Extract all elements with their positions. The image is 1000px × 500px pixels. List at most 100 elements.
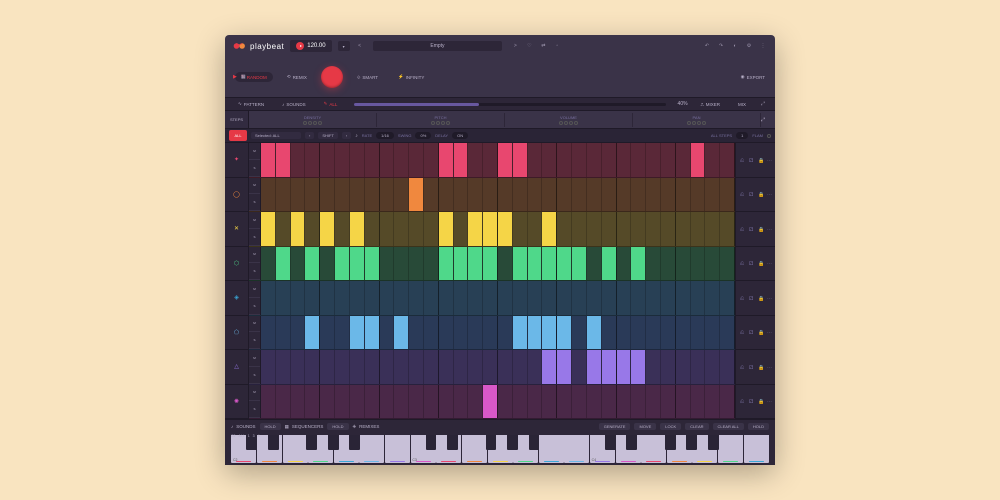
link-icon[interactable]: ⎌ — [740, 227, 744, 231]
step-cell[interactable] — [631, 281, 646, 315]
step-cell[interactable] — [365, 385, 380, 419]
step-cell[interactable] — [646, 212, 661, 246]
param-expand-icon[interactable]: ⤢ — [761, 117, 775, 123]
step-cell[interactable] — [394, 350, 409, 384]
step-cell[interactable] — [424, 350, 439, 384]
step-cell[interactable] — [380, 247, 395, 281]
hold-button-1[interactable]: HOLD — [260, 423, 281, 430]
step-cell[interactable] — [631, 143, 646, 177]
step-cell[interactable] — [439, 247, 454, 281]
step-cell[interactable] — [513, 143, 528, 177]
step-cell[interactable] — [705, 178, 720, 212]
lock-icon[interactable]: 🔒 — [758, 296, 762, 300]
step-cell[interactable] — [365, 316, 380, 350]
step-cell[interactable] — [380, 350, 395, 384]
step-cell[interactable] — [409, 316, 424, 350]
step-cell[interactable] — [587, 385, 602, 419]
step-cell[interactable] — [483, 281, 498, 315]
step-cell[interactable] — [454, 316, 469, 350]
step-cell[interactable] — [439, 316, 454, 350]
step-cell[interactable] — [335, 350, 350, 384]
black-key[interactable] — [447, 435, 458, 450]
rand-icon[interactable]: ⚁ — [749, 227, 753, 231]
step-cell[interactable] — [528, 385, 543, 419]
preset-prev[interactable]: < — [356, 42, 364, 50]
step-cell[interactable] — [691, 247, 706, 281]
black-key[interactable] — [708, 435, 719, 450]
step-cell[interactable] — [602, 316, 617, 350]
step-cell[interactable] — [676, 178, 691, 212]
step-cell[interactable] — [468, 247, 483, 281]
step-cell[interactable] — [291, 281, 306, 315]
step-cell[interactable] — [691, 178, 706, 212]
step-cell[interactable] — [483, 316, 498, 350]
step-cell[interactable] — [720, 212, 735, 246]
export-button[interactable]: ◉EXPORT — [741, 74, 765, 80]
rand-icon[interactable]: ⚁ — [749, 330, 753, 334]
step-cell[interactable] — [498, 385, 513, 419]
param-pan[interactable]: PAN — [633, 113, 761, 127]
step-cell[interactable] — [720, 385, 735, 419]
step-cell[interactable] — [646, 316, 661, 350]
row-m[interactable]: M — [249, 385, 260, 402]
rand-icon[interactable]: ⚁ — [749, 261, 753, 265]
step-cell[interactable] — [498, 143, 513, 177]
step-cell[interactable] — [720, 247, 735, 281]
rand-icon[interactable]: ⚁ — [749, 192, 753, 196]
step-cell[interactable] — [320, 281, 335, 315]
more-icon[interactable]: ⋯ — [767, 192, 771, 196]
black-key[interactable] — [486, 435, 497, 450]
white-key[interactable] — [539, 435, 564, 463]
link-icon[interactable]: ⎌ — [740, 365, 744, 369]
step-cell[interactable] — [305, 143, 320, 177]
step-cell[interactable] — [365, 247, 380, 281]
step-cell[interactable] — [439, 350, 454, 384]
step-cell[interactable] — [646, 143, 661, 177]
step-cell[interactable] — [291, 212, 306, 246]
step-cell[interactable] — [350, 281, 365, 315]
step-cell[interactable] — [394, 385, 409, 419]
step-cell[interactable] — [542, 212, 557, 246]
play-small-icon[interactable] — [296, 42, 304, 50]
step-cell[interactable] — [676, 316, 691, 350]
step-cell[interactable] — [454, 143, 469, 177]
step-cell[interactable] — [602, 143, 617, 177]
step-cell[interactable] — [350, 143, 365, 177]
step-cell[interactable] — [454, 178, 469, 212]
more-icon[interactable]: ⋯ — [767, 365, 771, 369]
step-cell[interactable] — [320, 143, 335, 177]
step-cell[interactable] — [335, 212, 350, 246]
step-cell[interactable] — [557, 212, 572, 246]
step-cell[interactable] — [572, 212, 587, 246]
step-cell[interactable] — [557, 350, 572, 384]
step-cell[interactable] — [409, 350, 424, 384]
lock-icon[interactable]: 🔒 — [758, 261, 762, 265]
step-cell[interactable] — [572, 247, 587, 281]
step-cell[interactable] — [335, 385, 350, 419]
mode-smart[interactable]: ⟐SMART — [351, 73, 384, 82]
footer-sequencers[interactable]: ▦SEQUENCERS — [285, 424, 324, 430]
step-cell[interactable] — [602, 350, 617, 384]
step-cell[interactable] — [528, 247, 543, 281]
mode-remix[interactable]: ⟲REMIX — [281, 72, 313, 82]
more-icon[interactable]: ⋯ — [767, 399, 771, 403]
step-cell[interactable] — [691, 143, 706, 177]
link-icon[interactable]: ⎌ — [740, 330, 744, 334]
step-cell[interactable] — [720, 178, 735, 212]
step-cell[interactable] — [528, 281, 543, 315]
step-cell[interactable] — [380, 281, 395, 315]
step-cell[interactable] — [542, 143, 557, 177]
step-cell[interactable] — [557, 247, 572, 281]
step-cell[interactable] — [291, 143, 306, 177]
step-cell[interactable] — [498, 212, 513, 246]
hold-button-2[interactable]: HOLD — [327, 423, 348, 430]
step-cell[interactable] — [528, 350, 543, 384]
help-icon[interactable]: ◐ — [731, 42, 739, 50]
step-cell[interactable] — [587, 178, 602, 212]
step-grid[interactable]: MSMSMSMSMSMSMSMS — [249, 143, 735, 419]
rate-value[interactable]: 1/16 — [376, 132, 394, 139]
link-icon[interactable]: ⎌ — [740, 192, 744, 196]
step-cell[interactable] — [705, 385, 720, 419]
step-cell[interactable] — [261, 143, 276, 177]
track-select-2[interactable]: ✕ — [225, 212, 248, 247]
